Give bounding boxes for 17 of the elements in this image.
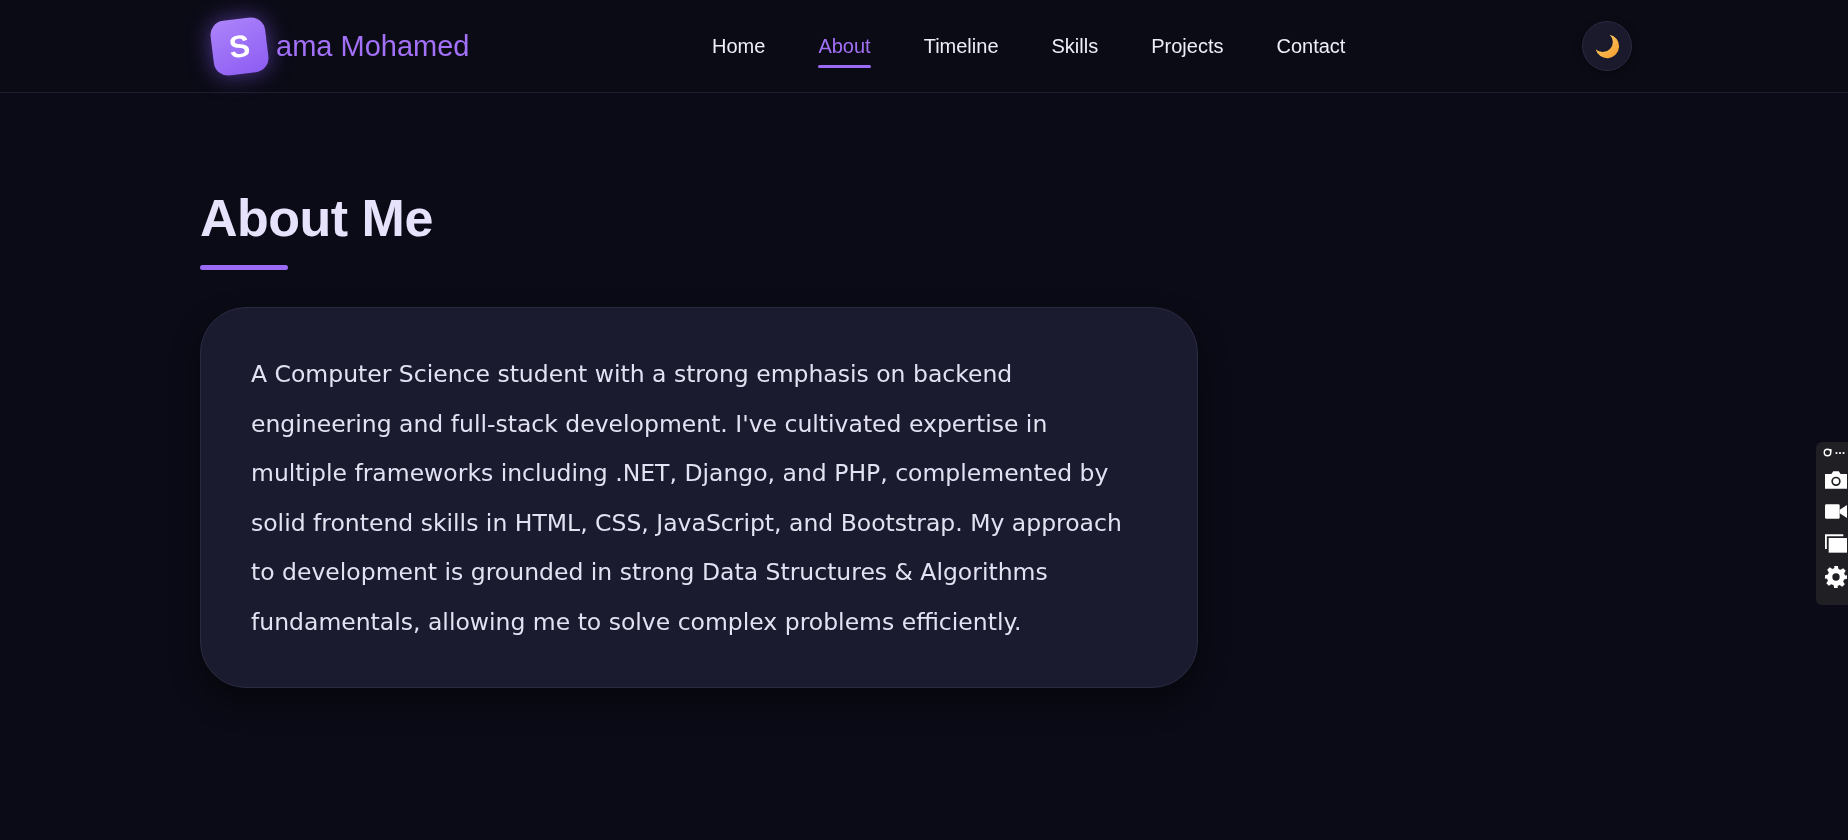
settings-icon[interactable] xyxy=(1825,566,1847,588)
more-icon[interactable] xyxy=(1835,450,1845,455)
swirl-icon[interactable] xyxy=(1823,448,1832,457)
theme-toggle-button[interactable] xyxy=(1582,21,1632,71)
windows-icon[interactable] xyxy=(1825,534,1847,553)
section-title: About Me xyxy=(200,188,433,249)
nav-link[interactable]: Timeline xyxy=(923,24,999,68)
about-paragraph: A Computer Science student with a strong emphasis on backend engineering and full-stack development. I've cultivated expertise in multiple frameworks including .NET, Django, and PHP, complemented by solid frontend skills in HTML, CSS, JavaScript, and Bootstrap. My approach to development is grounded in strong Data Structures & Algorithms fundamentals, allowing me to solve complex problems efficiently. xyxy=(251,359,1123,638)
nav-link[interactable]: About xyxy=(818,24,871,68)
nav-link[interactable]: Skills xyxy=(1051,24,1099,68)
nav-link[interactable]: Contact xyxy=(1276,24,1346,68)
site-name[interactable]: ama Mohamed xyxy=(276,29,470,63)
nav-link[interactable]: Projects xyxy=(1151,24,1224,68)
moon-icon xyxy=(1594,33,1620,59)
camera-icon[interactable] xyxy=(1825,470,1847,489)
video-camera-icon[interactable] xyxy=(1825,502,1847,521)
nav-link[interactable]: Home xyxy=(712,24,766,68)
